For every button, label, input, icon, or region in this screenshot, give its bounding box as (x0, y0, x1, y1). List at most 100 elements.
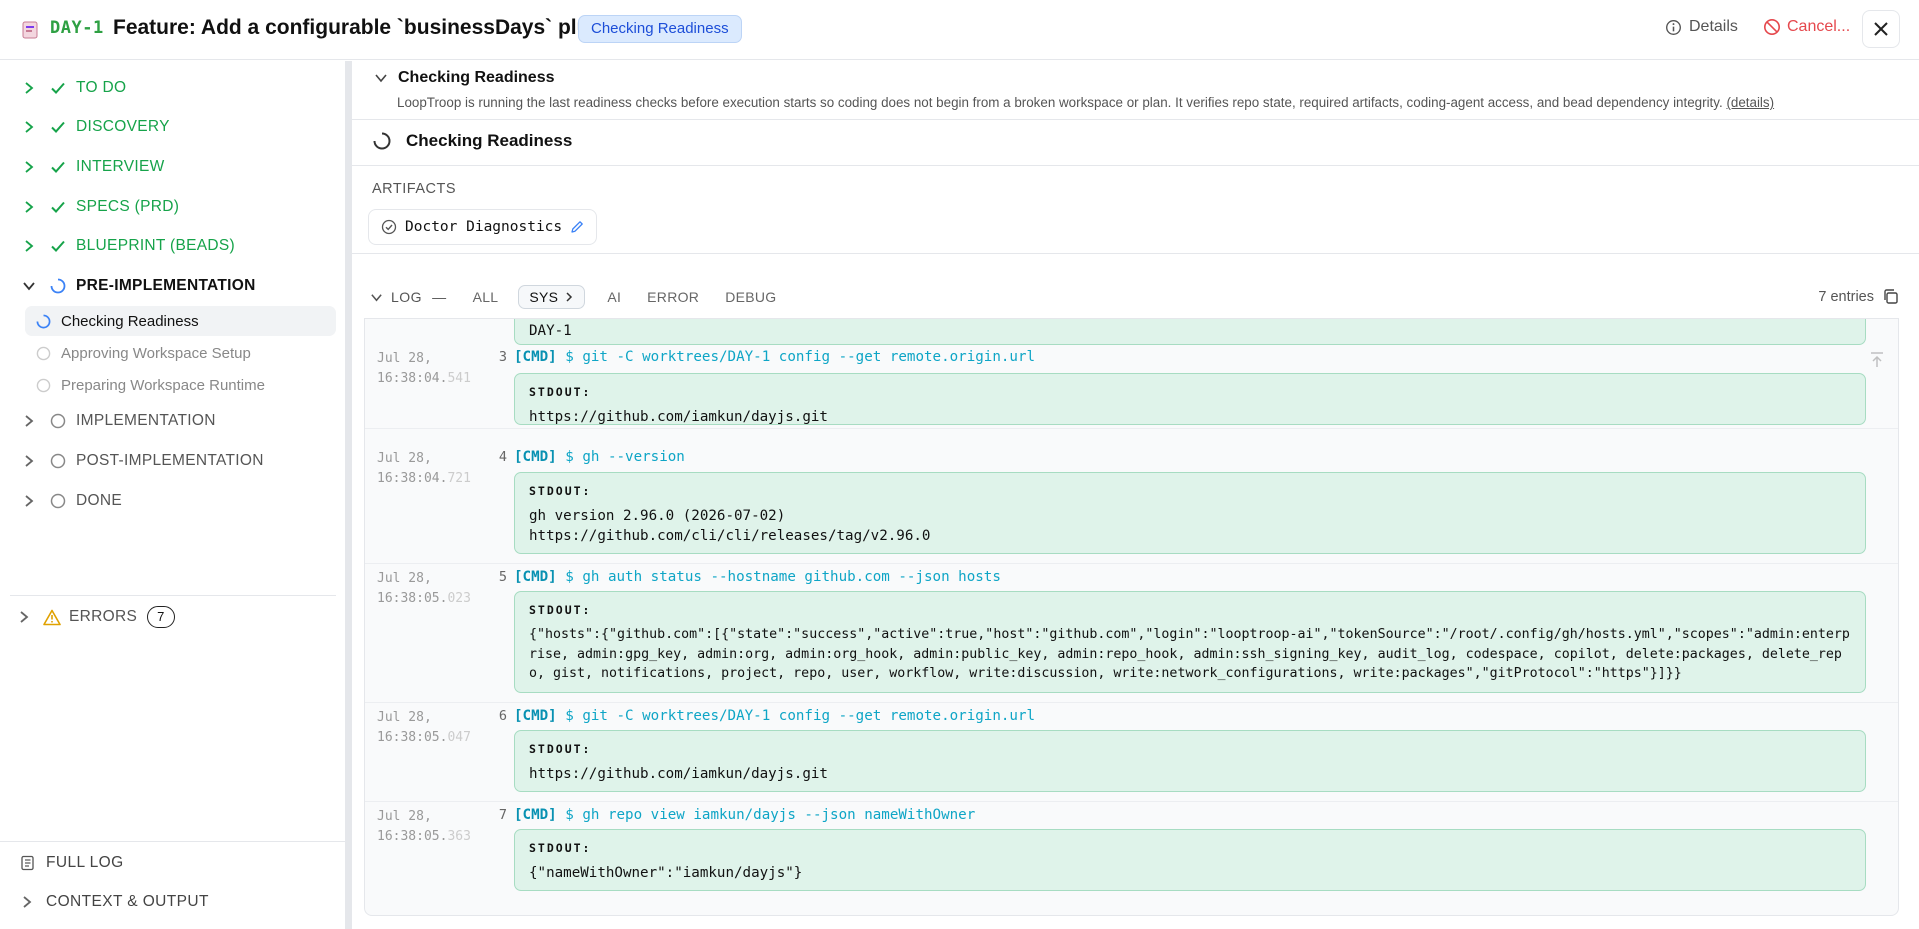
chevron-right-icon (20, 611, 29, 623)
copy-icon[interactable] (1882, 288, 1899, 305)
circle-icon (36, 378, 51, 392)
errors-section[interactable]: ERRORS 7 (17, 606, 175, 628)
log-timestamp: Jul 28, 16:38:05.047 (377, 708, 471, 748)
phase-pre-implementation[interactable]: PRE-IMPLEMENTATION (22, 274, 256, 298)
chevron-right-icon (25, 201, 34, 213)
row-separator (365, 801, 1898, 802)
stdout-text: {"nameWithOwner":"iamkun/dayjs"} (529, 865, 803, 881)
phase-post-implementation[interactable]: POST-IMPLEMENTATION (22, 449, 264, 473)
stdout-block: STDOUT: https://github.com/iamkun/dayjs.… (514, 373, 1866, 425)
log-timestamp: Jul 28, 16:38:05.363 (377, 807, 471, 847)
section-description: LoopTroop is running the last readiness … (397, 95, 1917, 110)
section-title: Checking Readiness (398, 69, 555, 86)
chevron-right-icon (25, 121, 34, 133)
stdout-label: STDOUT: (529, 603, 592, 617)
arrow-up-to-line-icon (1871, 352, 1883, 367)
subitem-label: Approving Workspace Setup (61, 344, 251, 362)
filter-debug[interactable]: DEBUG (725, 289, 776, 305)
log-command: [CMD] $ git -C worktrees/DAY-1 config --… (514, 708, 1035, 724)
subitem-approving-workspace[interactable]: Approving Workspace Setup (25, 338, 336, 368)
phase-label: POST-IMPLEMENTATION (76, 452, 264, 469)
log-command: [CMD] $ gh --version (514, 449, 685, 465)
log-label: LOG (391, 289, 423, 305)
chevron-right-icon (566, 292, 573, 302)
log-entries[interactable]: DAY-1 Jul 28, 16:38:04.541 3 [CMD] $ git… (364, 318, 1899, 916)
ticket-id: DAY-1 (50, 18, 104, 38)
stdout-block: DAY-1 (514, 319, 1866, 345)
close-button[interactable] (1862, 10, 1900, 48)
stdout-block: STDOUT: gh version 2.96.0 (2026-07-02) h… (514, 472, 1866, 554)
details-link[interactable]: (details) (1726, 95, 1774, 110)
stdout-text: gh version 2.96.0 (2026-07-02) https://g… (529, 508, 931, 544)
filter-sys[interactable]: SYS (518, 285, 586, 309)
log-ms: 541 (447, 371, 471, 386)
log-cmd-text: $ gh repo view iamkun/dayjs --json nameW… (565, 807, 976, 823)
chevron-down-icon (23, 282, 35, 291)
filter-sys-label: SYS (529, 289, 559, 305)
errors-count-badge: 7 (147, 606, 175, 628)
check-icon (51, 82, 65, 94)
log-tag: [CMD] (514, 708, 557, 724)
log-timestamp: Jul 28, 16:38:04.541 (377, 349, 471, 389)
filter-error[interactable]: ERROR (647, 289, 699, 305)
chevron-right-icon (25, 455, 34, 467)
details-button[interactable]: Details (1665, 18, 1738, 36)
log-command: [CMD] $ git -C worktrees/DAY-1 config --… (514, 349, 1035, 365)
scroll-to-top-button[interactable] (1860, 345, 1894, 375)
phase-label: INTERVIEW (76, 158, 165, 175)
log-date: Jul 28, (377, 571, 432, 586)
subitem-checking-readiness[interactable]: Checking Readiness (25, 306, 336, 336)
log-cmd-text: $ git -C worktrees/DAY-1 config --get re… (565, 708, 1036, 724)
stdout-block: STDOUT: {"hosts":{"github.com":[{"state"… (514, 591, 1866, 693)
log-time: 16:38:05. (377, 591, 448, 606)
main-panel: Checking Readiness LoopTroop is running … (352, 61, 1919, 929)
subitem-preparing-runtime[interactable]: Preparing Workspace Runtime (25, 370, 336, 400)
phase-specs[interactable]: SPECS (PRD) (22, 195, 179, 219)
full-log-label: FULL LOG (46, 854, 124, 871)
status-title: Checking Readiness (406, 131, 573, 150)
stdout-text: https://github.com/iamkun/dayjs.git (529, 766, 828, 782)
stdout-label: STDOUT: (529, 484, 592, 498)
close-icon (1874, 22, 1888, 36)
filter-all[interactable]: ALL (473, 289, 499, 305)
phase-discovery[interactable]: DISCOVERY (22, 115, 170, 139)
phase-implementation[interactable]: IMPLEMENTATION (22, 409, 216, 433)
artifact-doctor-diagnostics[interactable]: Doctor Diagnostics (368, 209, 598, 245)
log-cmd-text: $ gh --version (565, 449, 685, 465)
log-toggle[interactable]: LOG — (370, 289, 447, 305)
log-tag: [CMD] (514, 807, 557, 823)
log-ms: 721 (447, 471, 471, 486)
log-command: [CMD] $ gh auth status --hostname github… (514, 569, 1001, 585)
chevron-right-icon (25, 495, 34, 507)
phase-done[interactable]: DONE (22, 489, 122, 513)
errors-label: ERRORS (69, 608, 138, 625)
stdout-block: STDOUT: https://github.com/iamkun/dayjs.… (514, 730, 1866, 792)
chevron-down-icon (371, 293, 382, 301)
check-icon (51, 161, 65, 173)
log-command: [CMD] $ gh repo view iamkun/dayjs --json… (514, 807, 975, 823)
ticket-icon (22, 21, 38, 39)
spinner-icon (373, 132, 391, 150)
sidebar-bottom-divider (0, 841, 346, 842)
stdout-text: DAY-1 (529, 323, 572, 339)
phase-todo[interactable]: TO DO (22, 76, 126, 100)
log-tag: [CMD] (514, 569, 557, 585)
stdout-label: STDOUT: (529, 385, 592, 399)
circle-icon (50, 413, 66, 429)
circle-icon (50, 453, 66, 469)
log-ms: 363 (447, 829, 471, 844)
sidebar: TO DO DISCOVERY INTERVIEW SPECS (PRD) BL… (0, 61, 346, 929)
full-log-button[interactable]: FULL LOG (20, 854, 124, 872)
row-separator (365, 702, 1898, 703)
phase-blueprint[interactable]: BLUEPRINT (BEADS) (22, 234, 235, 258)
cancel-button[interactable]: Cancel... (1763, 18, 1850, 36)
log-icon (21, 855, 34, 871)
phase-interview[interactable]: INTERVIEW (22, 155, 165, 179)
context-output-button[interactable]: CONTEXT & OUTPUT (20, 893, 209, 911)
chevron-right-icon (25, 415, 34, 427)
log-entry-number: 6 (498, 708, 507, 724)
filter-ai[interactable]: AI (607, 289, 621, 305)
section-header[interactable]: Checking Readiness (374, 69, 555, 87)
log-ms: 023 (447, 591, 471, 606)
log-cmd-text: $ git -C worktrees/DAY-1 config --get re… (565, 349, 1036, 365)
